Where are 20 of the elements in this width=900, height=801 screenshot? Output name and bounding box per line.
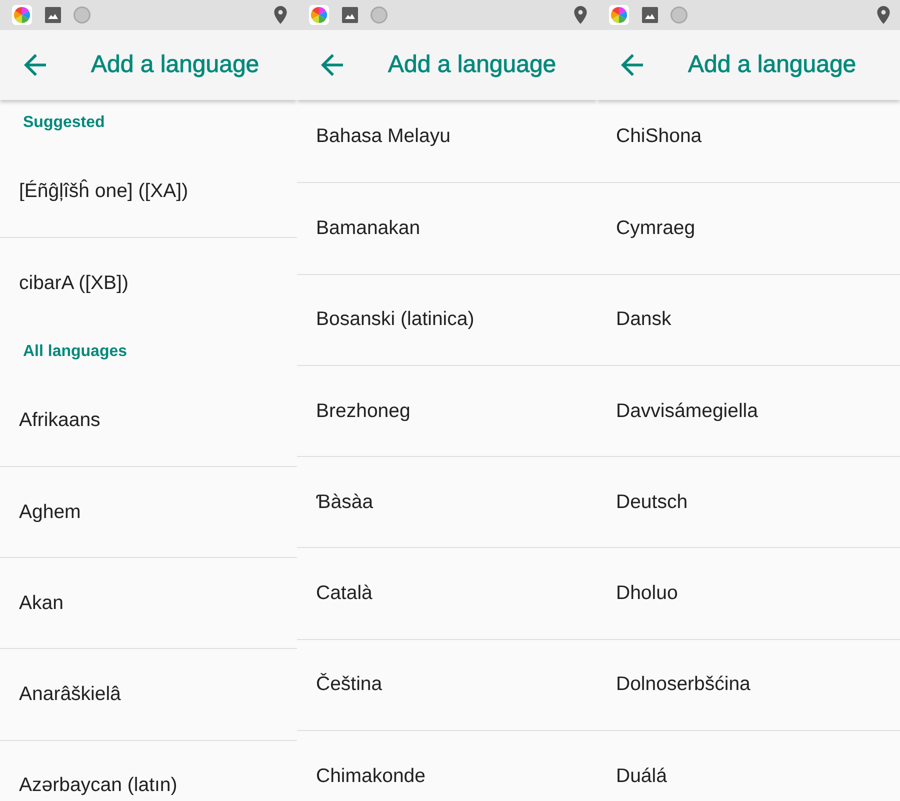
image-icon	[45, 7, 61, 23]
back-arrow-icon	[24, 54, 46, 76]
screen-title: Add a language	[688, 51, 856, 79]
section-header: Suggested	[23, 114, 105, 132]
screen-title: Add a language	[91, 51, 260, 79]
back-arrow-icon	[621, 54, 643, 76]
image-icon	[642, 7, 658, 23]
image-icon	[342, 7, 358, 23]
screen-title: Add a language	[388, 51, 556, 79]
language-item[interactable]: Akan	[0, 557, 297, 648]
location-pin-icon	[877, 6, 890, 24]
back-arrow-icon	[321, 54, 343, 76]
location-pin-icon	[574, 6, 587, 24]
round-notification-icon	[670, 6, 688, 24]
location-pin-icon	[274, 6, 287, 24]
section-header: All languages	[23, 342, 128, 361]
round-notification-icon	[73, 6, 91, 24]
language-item[interactable]: Deutsch	[597, 456, 900, 548]
round-notification-icon	[370, 6, 388, 24]
language-item[interactable]: Ɓàsàa	[297, 456, 597, 548]
